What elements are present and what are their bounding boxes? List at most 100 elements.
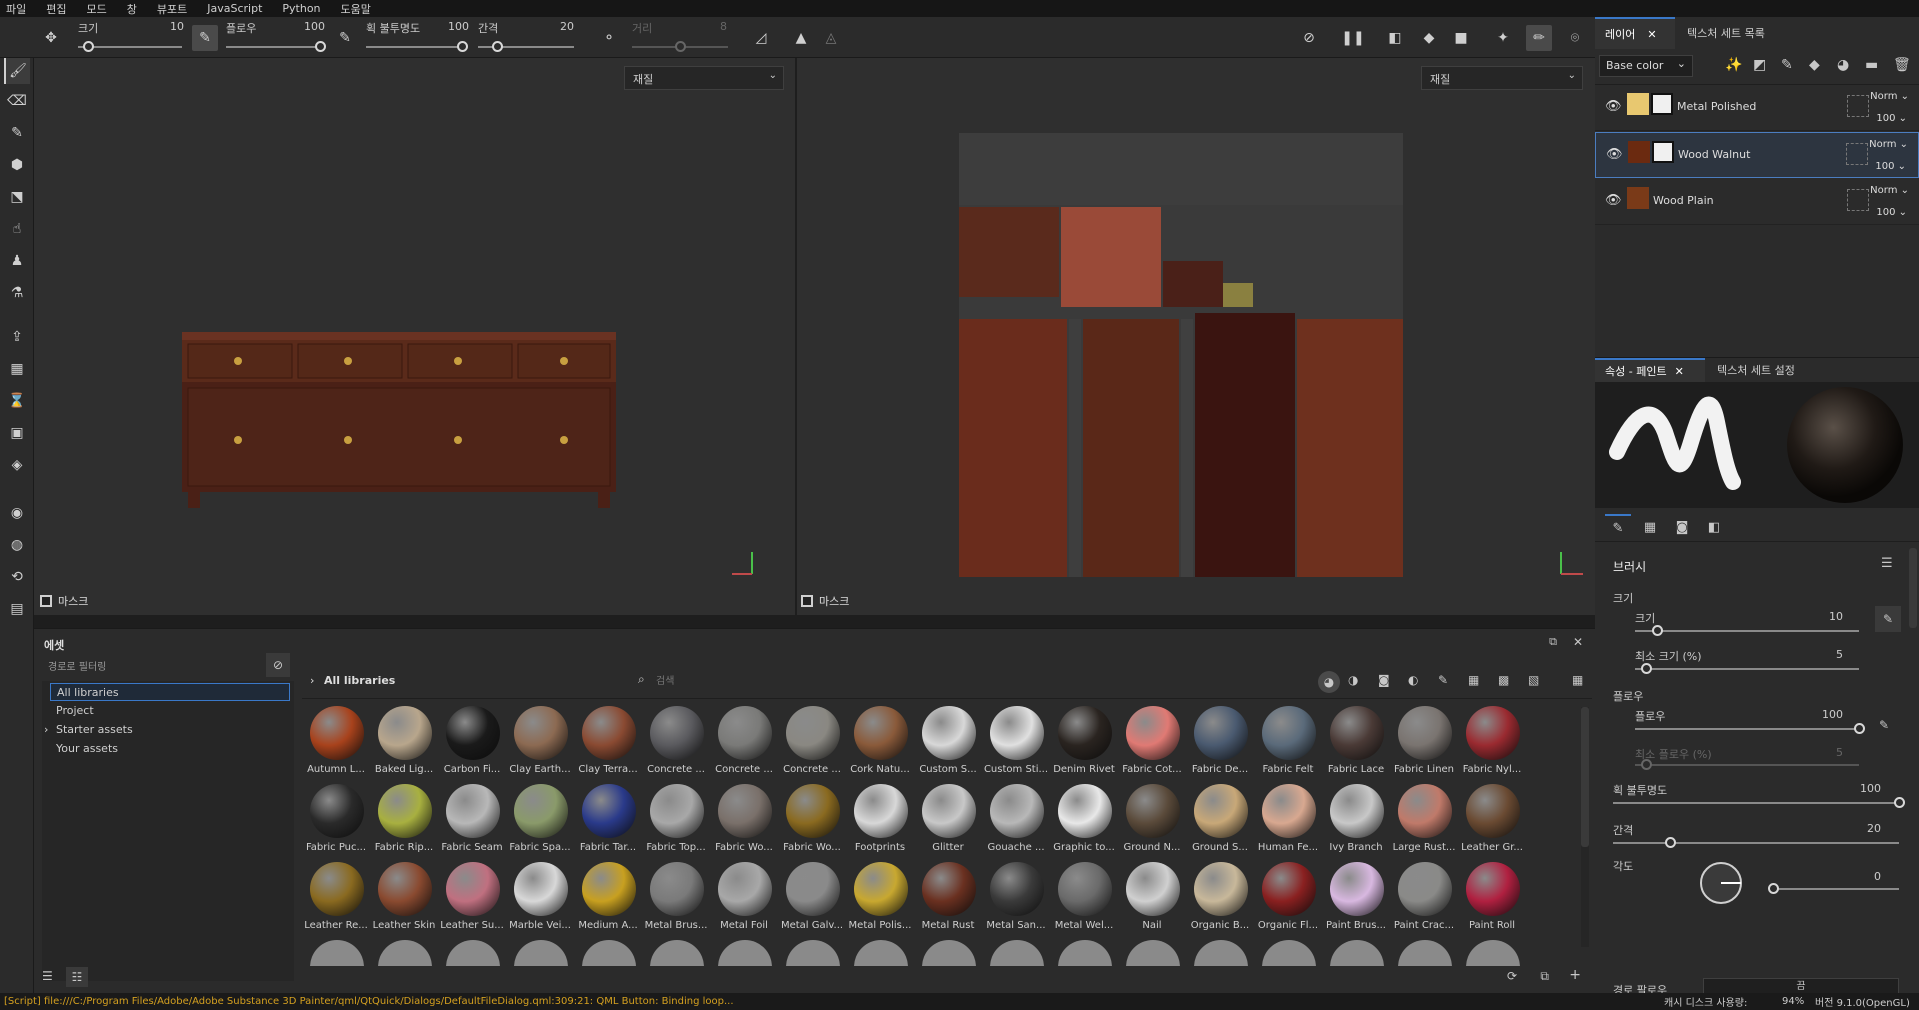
tree-item[interactable]: Your assets bbox=[50, 740, 290, 758]
brush-preset-icon[interactable]: ✥ bbox=[38, 25, 64, 51]
asset-tile[interactable]: Fabric Cot... bbox=[1118, 706, 1186, 784]
spacing-slider-knob[interactable] bbox=[1665, 837, 1677, 848]
environment-icon[interactable]: ◍ bbox=[4, 532, 30, 558]
camera-settings-icon[interactable]: ◉ bbox=[4, 500, 30, 526]
asset-tile[interactable]: Marble Vei... bbox=[506, 862, 574, 940]
asset-tile[interactable]: Graphic to... bbox=[1050, 784, 1118, 862]
symmetry-mirror-icon[interactable]: ◬ bbox=[818, 25, 844, 51]
asset-tile[interactable]: Fabric Spa... bbox=[506, 784, 574, 862]
tree-view-icon[interactable]: ☷ bbox=[66, 967, 88, 987]
pen-pressure-icon[interactable]: ✎ bbox=[1875, 606, 1901, 632]
asset-tile[interactable]: Custom S... bbox=[914, 706, 982, 784]
menu-item-7[interactable]: 도움말 bbox=[341, 1, 371, 17]
asset-tile[interactable]: Cork Natu... bbox=[846, 706, 914, 784]
display-settings-icon[interactable]: ▣ bbox=[4, 420, 30, 446]
menu-item-1[interactable]: 편집 bbox=[46, 1, 66, 17]
layer-row[interactable]: 👁 Wood Walnut Norm ⌄ 100 ⌄ bbox=[1595, 132, 1919, 178]
eye-icon[interactable]: 👁 bbox=[1606, 147, 1623, 162]
asset-tile[interactable]: Leather Re... bbox=[302, 862, 370, 940]
tree-item[interactable]: All libraries bbox=[50, 683, 290, 701]
add-folder-icon[interactable]: ▬ bbox=[1865, 57, 1878, 73]
mask-checkbox-3d[interactable] bbox=[40, 595, 52, 607]
asset-tile[interactable]: Glitter bbox=[914, 784, 982, 862]
eraser-icon[interactable]: ⌫ bbox=[4, 88, 30, 114]
color-picker-icon[interactable]: ⚗ bbox=[4, 280, 30, 306]
layer-opacity[interactable]: 100 ⌄ bbox=[1876, 113, 1907, 124]
asset-tile[interactable]: Metal Rust bbox=[914, 862, 982, 940]
size-slider-knob[interactable] bbox=[1652, 625, 1664, 636]
menu-item-6[interactable]: Python bbox=[282, 2, 320, 15]
add-smart-material-icon[interactable]: ◕ bbox=[1837, 57, 1849, 73]
asset-tile[interactable]: Fabric De... bbox=[1186, 706, 1254, 784]
mask-checkbox-2d[interactable] bbox=[801, 595, 813, 607]
asset-tile[interactable]: Baked Lig... bbox=[370, 706, 438, 784]
pause-icon[interactable]: ❚❚ bbox=[1340, 25, 1366, 51]
asset-tile[interactable]: Metal Wel... bbox=[1050, 862, 1118, 940]
add-effect-icon[interactable]: ✨ bbox=[1725, 57, 1742, 73]
flow-slider-knob[interactable] bbox=[1854, 723, 1865, 734]
screenshot-icon[interactable]: ⌾ bbox=[1562, 25, 1588, 51]
stencil-tab-icon[interactable]: ◙ bbox=[1669, 514, 1695, 540]
materials-filter-icon[interactable]: ◕ bbox=[1318, 671, 1340, 693]
pressure-flow-icon[interactable]: ✎ bbox=[332, 25, 358, 51]
add-paint-layer-icon[interactable]: ✎ bbox=[1781, 57, 1793, 73]
stroke-opacity-slider-track[interactable] bbox=[366, 46, 462, 48]
layer-row[interactable]: 👁 Wood Plain Norm ⌄ 100 ⌄ bbox=[1595, 179, 1919, 225]
asset-tile[interactable]: Fabric Wo... bbox=[778, 784, 846, 862]
add-mask-icon[interactable]: ◩ bbox=[1753, 57, 1766, 73]
asset-tile[interactable]: Organic Fl... bbox=[1254, 862, 1322, 940]
export-icon[interactable]: ⇪ bbox=[4, 324, 30, 350]
undock-icon[interactable]: ⧉ bbox=[1549, 635, 1557, 649]
tab-texture-set-list[interactable]: 텍스처 세트 목록 bbox=[1677, 17, 1817, 49]
environment-filter-icon[interactable]: ▧ bbox=[1528, 673, 1539, 687]
menu-item-5[interactable]: JavaScript bbox=[207, 2, 262, 15]
grid-view-icon[interactable]: ▦ bbox=[1572, 673, 1583, 687]
mask-filter-icon[interactable]: ◙ bbox=[1378, 673, 1390, 687]
size-slider-track[interactable] bbox=[1635, 630, 1859, 632]
tree-item[interactable]: › Starter assets bbox=[44, 721, 290, 739]
asset-tile[interactable]: Metal Galv... bbox=[778, 862, 846, 940]
menu-icon[interactable]: ☰ bbox=[1881, 556, 1893, 571]
asset-tile[interactable]: Organic B... bbox=[1186, 862, 1254, 940]
polygon-fill-icon[interactable]: ⬔ bbox=[4, 184, 30, 210]
tab-properties-paint[interactable]: 속성 - 페인트 ✕ bbox=[1595, 358, 1705, 382]
layer-mask-slot[interactable] bbox=[1847, 189, 1869, 211]
mask-toggle-2d[interactable]: 마스크 bbox=[801, 593, 849, 609]
list-view-icon[interactable]: ☰ bbox=[42, 969, 53, 983]
asset-tile[interactable]: Paint Brus... bbox=[1322, 862, 1390, 940]
filter-effect-icon[interactable]: ◐ bbox=[1408, 673, 1418, 687]
geometry-fill-icon[interactable]: ⬢ bbox=[4, 152, 30, 178]
asset-tile[interactable]: Ground N... bbox=[1118, 784, 1186, 862]
add-icon[interactable]: + bbox=[1569, 967, 1581, 983]
hide-icon[interactable]: ⊘ bbox=[1296, 25, 1322, 51]
asset-tile[interactable]: Concrete ... bbox=[710, 706, 778, 784]
layer-mask-thumbnail[interactable] bbox=[1651, 93, 1673, 115]
cube-icon[interactable]: ◆ bbox=[1416, 25, 1442, 51]
bake-icon[interactable]: ✦ bbox=[1490, 25, 1516, 51]
min-flow-slider-track[interactable] bbox=[1635, 764, 1859, 766]
spacing-slider-track[interactable] bbox=[1613, 842, 1899, 844]
asset-tile[interactable]: Large Rust... bbox=[1390, 784, 1458, 862]
menu-item-3[interactable]: 창 bbox=[127, 1, 137, 17]
lazy-mouse-icon[interactable]: ⚬ bbox=[596, 25, 622, 51]
layer-mask-slot[interactable] bbox=[1847, 95, 1869, 117]
line-tool-icon[interactable]: ◿ bbox=[748, 25, 774, 51]
asset-tile[interactable]: Leather Gr... bbox=[1458, 784, 1526, 862]
asset-tile[interactable]: Metal San... bbox=[982, 862, 1050, 940]
viewport-2d[interactable]: 재질 ⌄ 마스크 bbox=[797, 58, 1595, 615]
asset-tile[interactable]: Metal Polis... bbox=[846, 862, 914, 940]
min-size-slider-track[interactable] bbox=[1635, 668, 1859, 670]
asset-tile[interactable]: Metal Foil bbox=[710, 862, 778, 940]
viewport-2d-material-select[interactable]: 재질 ⌄ bbox=[1421, 66, 1583, 90]
asset-tile[interactable]: Fabric Linen bbox=[1390, 706, 1458, 784]
asset-tile[interactable]: Ivy Branch bbox=[1322, 784, 1390, 862]
asset-tile[interactable]: Paint Crac... bbox=[1390, 862, 1458, 940]
tab-texture-set-settings[interactable]: 텍스처 세트 설정 bbox=[1707, 358, 1817, 382]
clone-stamp-icon[interactable]: ♟ bbox=[4, 248, 30, 274]
asset-scrollbar-thumb[interactable] bbox=[1581, 707, 1589, 847]
asset-tile[interactable]: Clay Terra... bbox=[574, 706, 642, 784]
eye-icon[interactable]: 👁 bbox=[1605, 99, 1622, 114]
flow-slider-track[interactable] bbox=[1635, 728, 1859, 730]
asset-tile[interactable]: Fabric Wo... bbox=[710, 784, 778, 862]
channel-select[interactable]: Base color ⌄ bbox=[1599, 55, 1693, 77]
